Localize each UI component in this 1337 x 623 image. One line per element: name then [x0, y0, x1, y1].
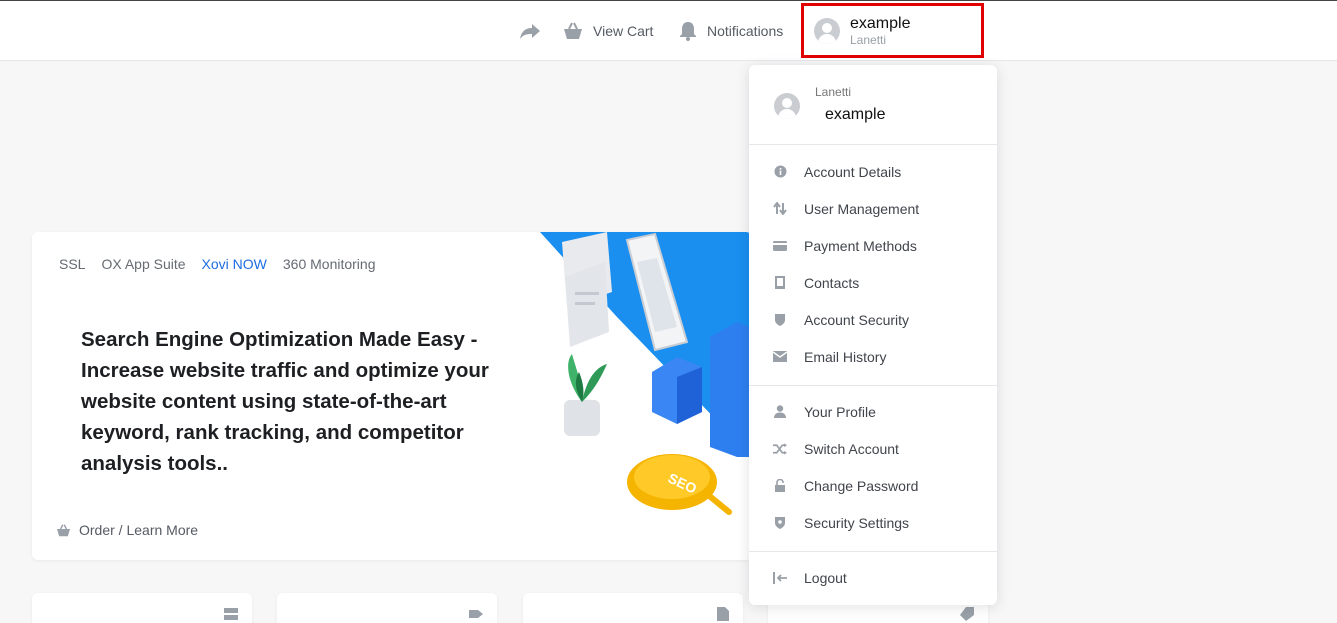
- notifications-label: Notifications: [707, 23, 784, 39]
- menu-item-label: Account Security: [804, 311, 910, 328]
- arrows-updown-icon: [773, 202, 787, 216]
- contact-book-icon: [773, 276, 787, 290]
- promo-text: Search Engine Optimization Made Easy - I…: [81, 328, 489, 475]
- avatar: [774, 93, 800, 119]
- dropdown-company: Lanetti: [815, 85, 852, 99]
- notifications-link[interactable]: Notifications: [679, 1, 783, 61]
- menu-item-account-details[interactable]: Account Details: [749, 153, 997, 190]
- tile-servers[interactable]: [32, 593, 252, 623]
- server-icon: [224, 607, 238, 623]
- user-name: example: [850, 14, 911, 32]
- product-tabs: SSL OX App Suite Xovi NOW 360 Monitoring: [59, 256, 376, 272]
- order-learn-more-link[interactable]: Order / Learn More: [56, 522, 198, 538]
- envelope-icon: [773, 350, 787, 364]
- info-icon: [773, 165, 787, 179]
- tab-ssl[interactable]: SSL: [59, 256, 85, 272]
- menu-item-your-profile[interactable]: Your Profile: [749, 393, 997, 430]
- account-menu-section: Account Details User Management Payment …: [749, 153, 997, 375]
- share-arrow-icon: [519, 22, 541, 40]
- seo-illustration: SEO: [540, 232, 752, 515]
- tag-icon: [469, 607, 483, 623]
- view-cart-label: View Cart: [593, 23, 654, 39]
- menu-item-label: Account Details: [804, 163, 902, 180]
- profile-menu-section: Your Profile Switch Account Change Passw…: [749, 393, 997, 541]
- menu-item-contacts[interactable]: Contacts: [749, 264, 997, 301]
- promo-card: SSL OX App Suite Xovi NOW 360 Monitoring…: [32, 232, 752, 560]
- shuffle-icon: [773, 442, 787, 456]
- dropdown-header: Lanetti example: [749, 65, 997, 145]
- avatar: [814, 17, 840, 44]
- basket-icon: [56, 523, 71, 537]
- tag-icon: [960, 607, 974, 623]
- menu-item-label: Contacts: [804, 274, 860, 291]
- menu-item-user-management[interactable]: User Management: [749, 190, 997, 227]
- menu-item-email-history[interactable]: Email History: [749, 338, 997, 375]
- menu-item-label: Your Profile: [804, 403, 876, 420]
- menu-item-payment-methods[interactable]: Payment Methods: [749, 227, 997, 264]
- logout-icon: [773, 571, 787, 585]
- shield-check-icon: [773, 516, 787, 530]
- menu-item-label: Email History: [804, 348, 887, 365]
- lock-icon: [773, 479, 787, 493]
- view-cart-link[interactable]: View Cart: [563, 1, 653, 61]
- menu-item-label: Payment Methods: [804, 237, 917, 254]
- tile-documents[interactable]: [523, 593, 743, 623]
- order-learn-more-label: Order / Learn More: [79, 522, 199, 538]
- menu-item-change-password[interactable]: Change Password: [749, 467, 997, 504]
- bell-icon: [679, 21, 697, 41]
- shield-icon: [773, 313, 787, 327]
- document-icon: [717, 607, 729, 623]
- user-company: Lanetti: [850, 32, 887, 47]
- divider: [749, 551, 997, 552]
- user-icon: [773, 405, 787, 419]
- menu-item-label: Switch Account: [804, 440, 899, 457]
- basket-icon: [563, 22, 583, 40]
- menu-item-switch-account[interactable]: Switch Account: [749, 430, 997, 467]
- divider: [749, 385, 997, 386]
- dropdown-user-name: example: [825, 106, 886, 123]
- menu-item-logout[interactable]: Logout: [749, 559, 997, 596]
- tab-ox-app-suite[interactable]: OX App Suite: [101, 256, 185, 272]
- menu-item-label: Security Settings: [804, 514, 910, 531]
- top-navbar: View Cart Notifications: [0, 0, 1337, 61]
- menu-item-label: Change Password: [804, 477, 919, 494]
- wallet-icon: [773, 239, 787, 253]
- tab-360-monitoring[interactable]: 360 Monitoring: [283, 256, 376, 272]
- tile-domains[interactable]: [277, 593, 497, 623]
- menu-item-security-settings[interactable]: Security Settings: [749, 504, 997, 541]
- menu-item-account-security[interactable]: Account Security: [749, 301, 997, 338]
- share-button[interactable]: [519, 1, 541, 61]
- user-menu-toggle[interactable]: example Lanetti: [801, 3, 984, 58]
- user-dropdown-menu: Lanetti example Account Details User Man…: [749, 65, 997, 605]
- tab-xovi-now[interactable]: Xovi NOW: [202, 256, 267, 272]
- menu-item-label: Logout: [804, 569, 847, 586]
- menu-item-label: User Management: [804, 200, 920, 217]
- logout-section: Logout: [749, 559, 997, 596]
